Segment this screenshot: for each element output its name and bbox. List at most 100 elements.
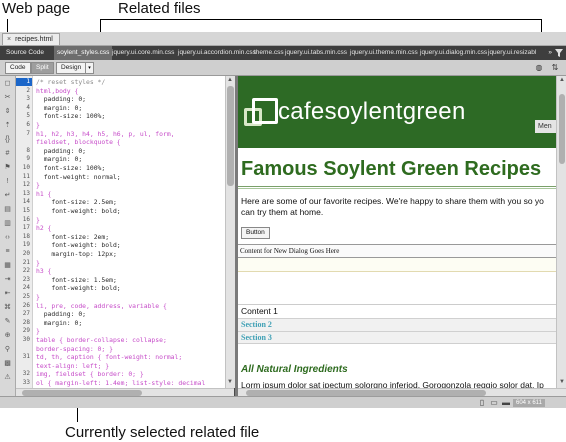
code-line[interactable]: ol { margin-left: 1.4em; list-style: dec…	[36, 379, 205, 387]
related-file-jquery-ui-accordion[interactable]: jquery.ui.accordion.min.css	[178, 46, 256, 60]
code-line[interactable]: font-size: 100%;	[36, 112, 106, 120]
syntax-error-icon[interactable]: !	[3, 178, 12, 185]
code-line[interactable]: /* reset styles */	[36, 78, 105, 86]
code-line[interactable]: text-align: left; }	[36, 362, 109, 370]
accordion-section-1[interactable]: Content 1	[238, 304, 556, 317]
document-tab-recipes[interactable]: × recipes.html	[2, 33, 60, 45]
filter-icon[interactable]	[555, 49, 563, 57]
globe-icon[interactable]: ◍	[534, 63, 544, 72]
design-view-dropdown[interactable]: ▾	[85, 62, 94, 74]
code-line[interactable]: }	[36, 293, 40, 301]
format-source-icon[interactable]: ⌘	[3, 304, 12, 311]
scroll-up-arrow-icon[interactable]: ▲	[227, 76, 233, 84]
related-file-soylent-styles[interactable]: soylent_styles.css	[54, 46, 113, 60]
code-line[interactable]: fieldset, blockquote {	[36, 138, 121, 146]
design-scroll-thumb[interactable]	[559, 94, 565, 164]
code-line[interactable]: li, pre, code, address, variable {	[36, 302, 167, 310]
code-line[interactable]: font-size: 1.5em;	[36, 276, 116, 284]
line-number: 23	[22, 275, 30, 283]
code-line[interactable]: margin: 0;	[36, 155, 82, 163]
code-line[interactable]: h2 {	[36, 224, 51, 232]
select-parent-icon[interactable]: ⇡	[3, 122, 12, 129]
scroll-down-arrow-icon[interactable]: ▼	[227, 378, 233, 386]
menu-tab[interactable]: Men	[535, 120, 556, 133]
design-view-button[interactable]: Design	[56, 62, 87, 74]
code-scroll-thumb[interactable]	[227, 86, 234, 186]
mobile-size-icon[interactable]: ▯	[478, 399, 486, 407]
close-tab-icon[interactable]: ×	[7, 36, 11, 43]
code-line[interactable]: }	[36, 181, 40, 189]
related-file-jquery-ui-theme[interactable]: jquery.ui.theme.min.css	[350, 46, 418, 60]
related-file-jquery-ui-resizable[interactable]: jquery.ui.resizabl	[488, 46, 536, 60]
grid-icon[interactable]: ▩	[3, 360, 12, 367]
related-file-jquery-ui-tabs[interactable]: jquery.ui.tabs.min.css	[285, 46, 347, 60]
code-editor[interactable]: /* reset styles */html,body { padding: 0…	[33, 76, 225, 388]
code-line[interactable]: }	[36, 216, 40, 224]
code-line[interactable]: h1 {	[36, 190, 51, 198]
design-scroll-down-icon[interactable]: ▼	[559, 378, 565, 386]
code-line[interactable]: font-weight: bold;	[36, 284, 120, 292]
design-scroll-up-icon[interactable]: ▲	[559, 76, 565, 84]
related-file-jquery-ui-core[interactable]: jquery.ui.core.min.css	[112, 46, 174, 60]
indent-icon[interactable]: ⇥	[3, 276, 12, 283]
split-view-button[interactable]: Split	[31, 62, 54, 74]
code-line[interactable]: font-weight: bold;	[36, 241, 120, 249]
word-wrap-icon[interactable]: ↵	[3, 192, 12, 199]
related-file-jquery-ui-dialog[interactable]: jquery.ui.dialog.min.css	[420, 46, 487, 60]
line-number: 6	[26, 121, 30, 128]
code-line[interactable]: font-size: 2em;	[36, 233, 109, 241]
window-size-display[interactable]: 604 x 611	[513, 399, 545, 407]
code-line[interactable]: }	[36, 121, 40, 129]
code-line[interactable]: border-spacing: 0; }	[36, 345, 113, 353]
code-view-button[interactable]: Code	[5, 62, 31, 74]
line-number: 25	[22, 293, 30, 300]
code-vertical-scrollbar[interactable]: ▲ ▼	[225, 76, 235, 388]
source-code-button[interactable]: Source Code	[2, 46, 48, 60]
code-line[interactable]: margin: 0;	[36, 319, 82, 327]
code-line[interactable]: padding: 0;	[36, 310, 86, 318]
code-line[interactable]: html,body {	[36, 87, 78, 95]
tablet-size-icon[interactable]: ▭	[490, 399, 498, 407]
design-view[interactable]: cafesoylentgreen Men Famous Soylent Gree…	[238, 76, 556, 388]
status-bar: ▯ ▭ ▬ 604 x 611	[0, 396, 566, 408]
code-line[interactable]: h1, h2, h3, h4, h5, h6, p, ul, form,	[36, 130, 175, 138]
move-css-icon[interactable]: ▦	[3, 262, 12, 269]
recent-snippets-icon[interactable]: ≡	[3, 248, 12, 255]
more-files-icon[interactable]: »	[548, 46, 552, 60]
apply-comment-icon[interactable]: ▤	[3, 206, 12, 213]
code-line[interactable]: padding: 0;	[36, 147, 86, 155]
expand-all-icon[interactable]: ⇕	[3, 108, 12, 115]
code-line[interactable]: margin-top: 12px;	[36, 250, 116, 258]
sort-icon[interactable]: ⇅	[550, 63, 560, 72]
code-line[interactable]: img, fieldset { border: 0; }	[36, 370, 144, 378]
code-line[interactable]: padding: 0;	[36, 95, 86, 103]
code-line[interactable]: td, th, caption { font-weight: normal;	[36, 353, 182, 361]
accordion-section-2[interactable]: Section 2	[238, 318, 556, 331]
page-button[interactable]: Button	[241, 227, 270, 239]
line-numbers-icon[interactable]: #	[3, 150, 12, 157]
snippet-icon[interactable]: ✎	[3, 318, 12, 325]
desktop-size-icon[interactable]: ▬	[502, 399, 510, 407]
link-icon[interactable]: ⚲	[3, 346, 12, 353]
wrap-tag-icon[interactable]: ‹›	[3, 234, 12, 241]
code-line[interactable]: font-weight: normal;	[36, 173, 121, 181]
line-number: 10	[22, 164, 30, 171]
balance-braces-icon[interactable]: {}	[3, 136, 12, 143]
zoom-icon[interactable]: ⊕	[3, 332, 12, 339]
code-line[interactable]: font-size: 2.5em;	[36, 198, 116, 206]
remove-comment-icon[interactable]: ▥	[3, 220, 12, 227]
code-line[interactable]: font-weight: bold;	[36, 207, 120, 215]
design-vertical-scrollbar[interactable]: ▲ ▼	[556, 76, 566, 388]
open-documents-icon[interactable]: ◻	[3, 80, 12, 87]
outdent-icon[interactable]: ⇤	[3, 290, 12, 297]
code-line[interactable]: margin: 0;	[36, 104, 82, 112]
code-line[interactable]: table { border-collapse: collapse;	[36, 336, 167, 344]
related-file-theme[interactable]: theme.css	[254, 46, 284, 60]
code-line[interactable]: font-size: 100%;	[36, 164, 106, 172]
warning-icon[interactable]: ⚠	[3, 374, 12, 381]
collapse-tag-icon[interactable]: ✂	[3, 94, 12, 101]
code-line[interactable]: }	[36, 259, 40, 267]
code-line[interactable]: h3 {	[36, 267, 51, 275]
code-line[interactable]: }	[36, 327, 40, 335]
highlight-invalid-icon[interactable]: ⚑	[3, 164, 12, 171]
